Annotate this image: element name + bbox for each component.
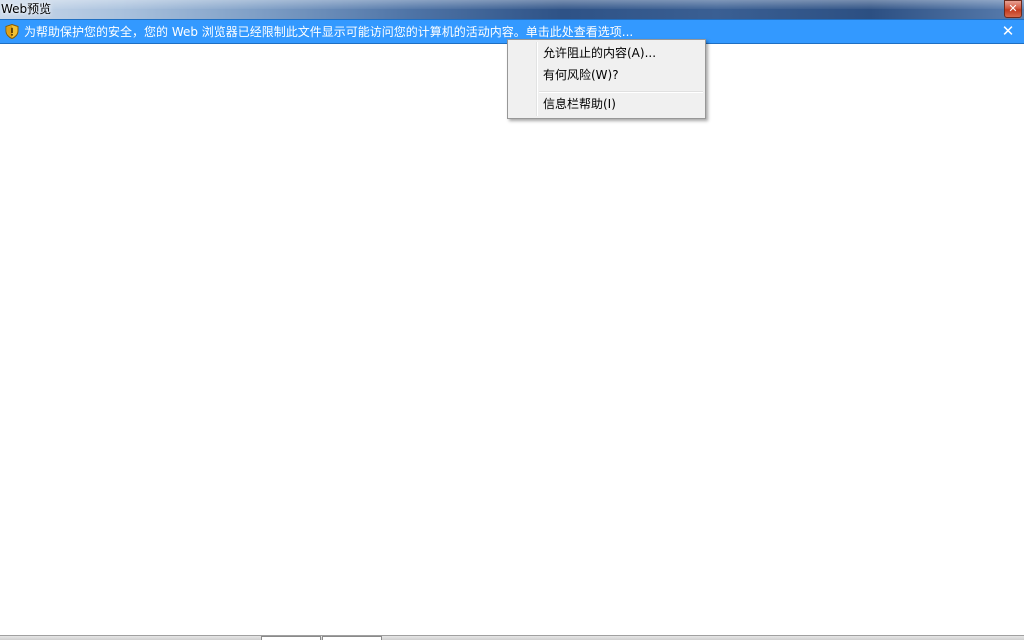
web-preview-window: Web预览 ✕ 为帮助保护您的安全，您的 Web 浏览器已经限制此文件显示可能访… <box>0 0 1024 640</box>
title-bar[interactable]: Web预览 ✕ <box>0 0 1024 19</box>
preview-content-area <box>0 44 1024 636</box>
information-bar-close-button[interactable]: ✕ <box>1001 23 1015 39</box>
bottom-tab-1[interactable] <box>261 636 321 640</box>
menu-item-what-is-the-risk[interactable]: 有何风险(W)? <box>510 64 703 86</box>
bottom-tab-2[interactable] <box>322 636 382 640</box>
menu-item-allow-blocked-content[interactable]: 允许阻止的内容(A)... <box>510 42 703 64</box>
information-bar-context-menu: 允许阻止的内容(A)... 有何风险(W)? 信息栏帮助(I) <box>507 39 706 119</box>
window-title: Web预览 <box>1 2 52 16</box>
menu-item-information-bar-help[interactable]: 信息栏帮助(I) <box>510 93 703 115</box>
bottom-frame-edge <box>0 635 1024 640</box>
information-bar-message[interactable]: 为帮助保护您的安全，您的 Web 浏览器已经限制此文件显示可能访问您的计算机的活… <box>24 24 633 40</box>
window-close-button[interactable]: ✕ <box>1004 0 1022 18</box>
shield-warning-icon <box>5 24 19 39</box>
